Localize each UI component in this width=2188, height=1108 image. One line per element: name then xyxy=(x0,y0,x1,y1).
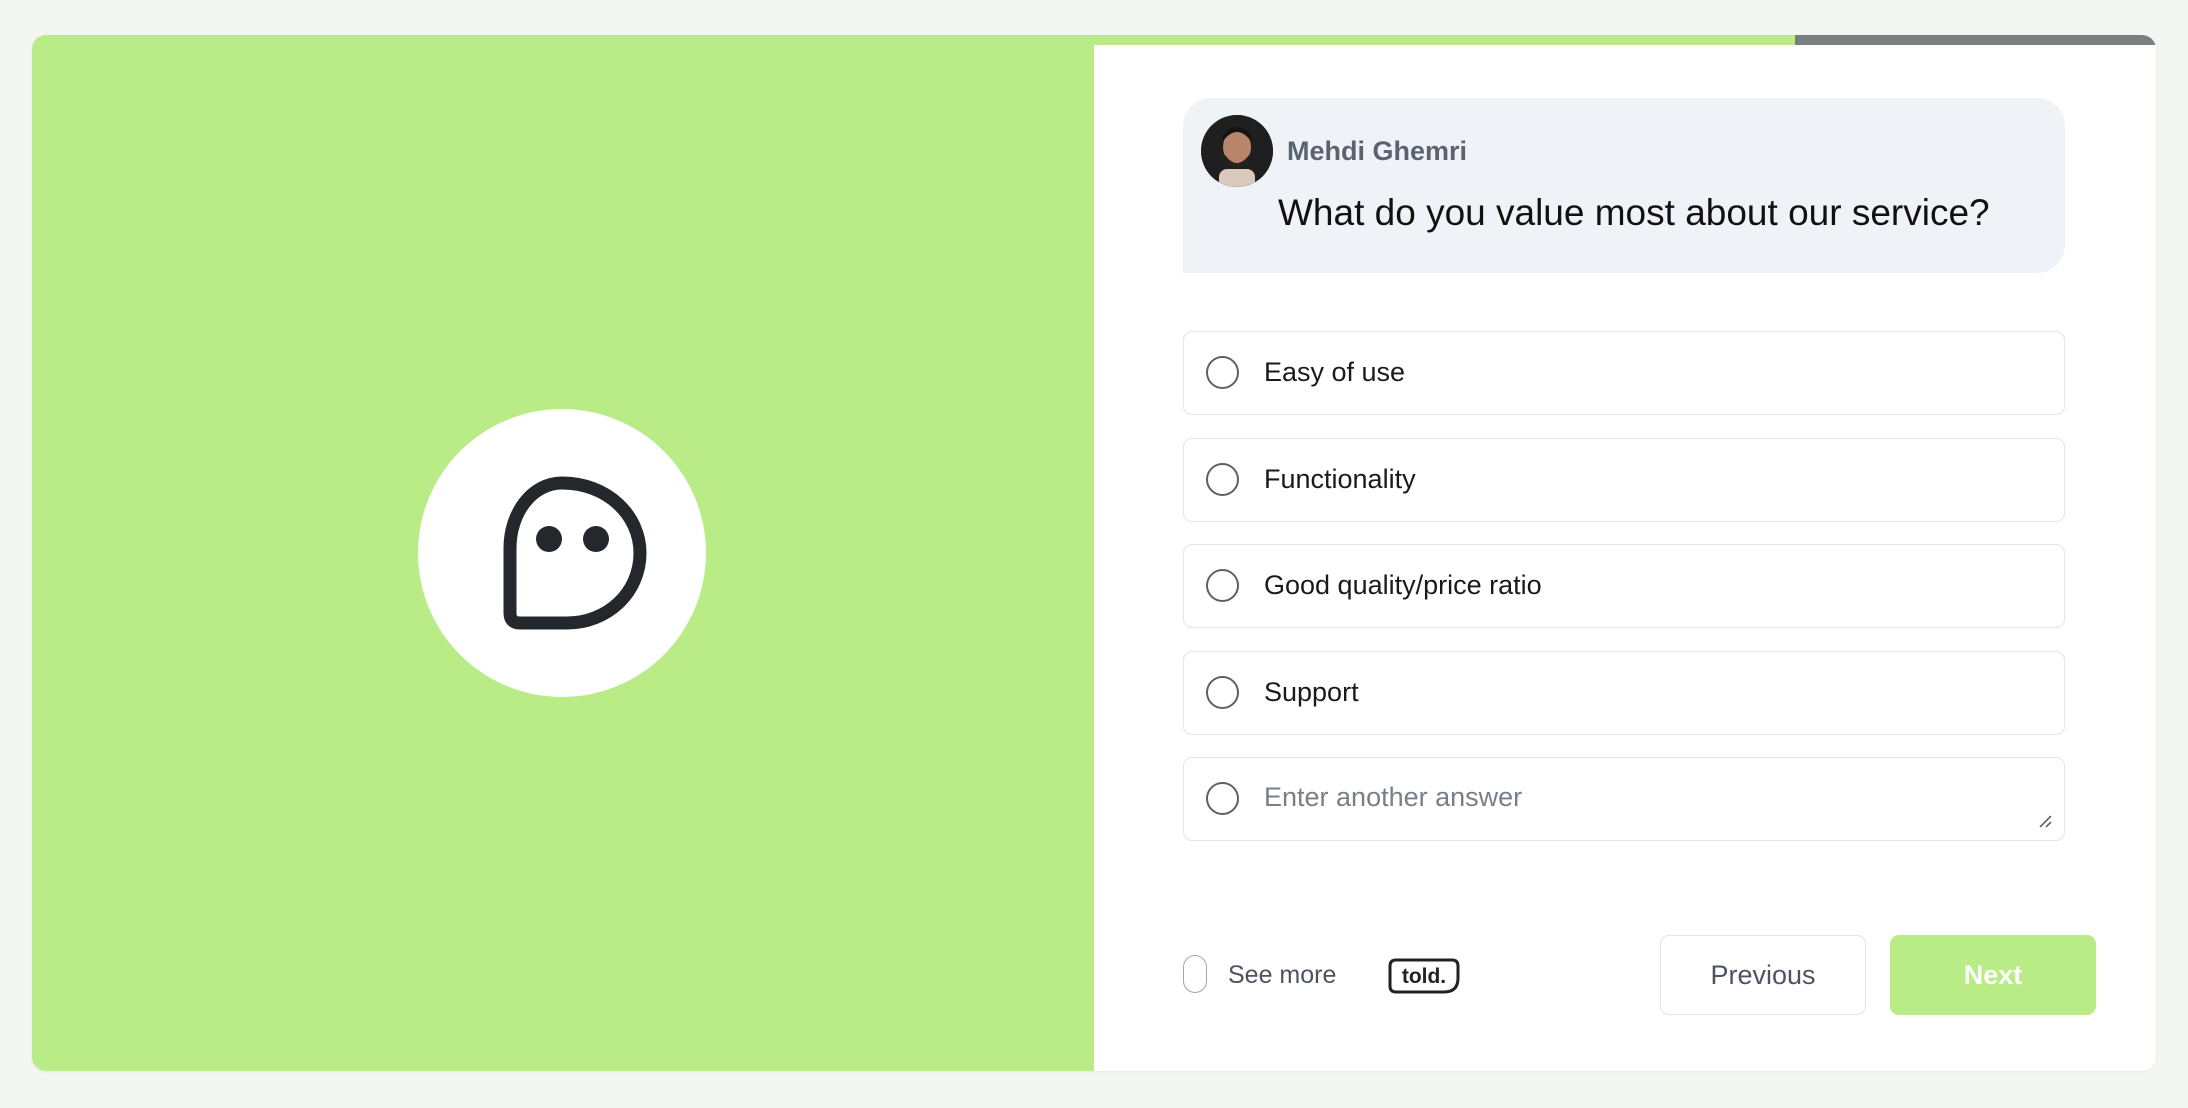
progress-bar-fill xyxy=(1094,35,1795,45)
radio-unchecked-icon[interactable] xyxy=(1206,676,1239,709)
told-logo[interactable]: told. xyxy=(1386,956,1462,996)
radio-unchecked-icon[interactable] xyxy=(1206,463,1239,496)
option-label: Support xyxy=(1264,677,1359,707)
option-other-answer[interactable] xyxy=(1183,757,2065,841)
brand-panel xyxy=(32,35,1094,1071)
avatar xyxy=(1201,115,1273,187)
question-bubble: Mehdi Ghemri What do you value most abou… xyxy=(1183,98,2065,273)
option-good-quality-price-ratio[interactable]: Good quality/price ratio xyxy=(1183,544,2065,628)
option-easy-of-use[interactable]: Easy of use xyxy=(1183,331,2065,415)
question-panel: Mehdi Ghemri What do you value most abou… xyxy=(1094,35,2156,1071)
chat-bubble-face-icon xyxy=(503,476,647,630)
radio-unchecked-icon[interactable] xyxy=(1206,569,1239,602)
option-label: Good quality/price ratio xyxy=(1264,570,1542,600)
resize-grip-icon[interactable] xyxy=(2038,814,2052,828)
option-functionality[interactable]: Functionality xyxy=(1183,438,2065,522)
progress-bar xyxy=(1094,35,2156,45)
previous-button[interactable]: Previous xyxy=(1660,935,1866,1015)
option-support[interactable]: Support xyxy=(1183,651,2065,735)
next-button[interactable]: Next xyxy=(1890,935,2096,1015)
other-answer-input[interactable] xyxy=(1264,772,2024,826)
author-name: Mehdi Ghemri xyxy=(1287,136,1468,166)
option-label: Easy of use xyxy=(1264,357,1406,387)
logo-circle xyxy=(418,409,706,697)
survey-card: Mehdi Ghemri What do you value most abou… xyxy=(32,35,2156,1071)
radio-unchecked-icon[interactable] xyxy=(1206,356,1239,389)
see-more-toggle[interactable] xyxy=(1183,955,1207,993)
question-text: What do you value most about our service… xyxy=(1278,192,1990,233)
see-more-label[interactable]: See more xyxy=(1228,961,1336,990)
option-label: Functionality xyxy=(1264,464,1416,494)
radio-unchecked-icon[interactable] xyxy=(1206,782,1239,815)
svg-text:told.: told. xyxy=(1402,965,1446,988)
